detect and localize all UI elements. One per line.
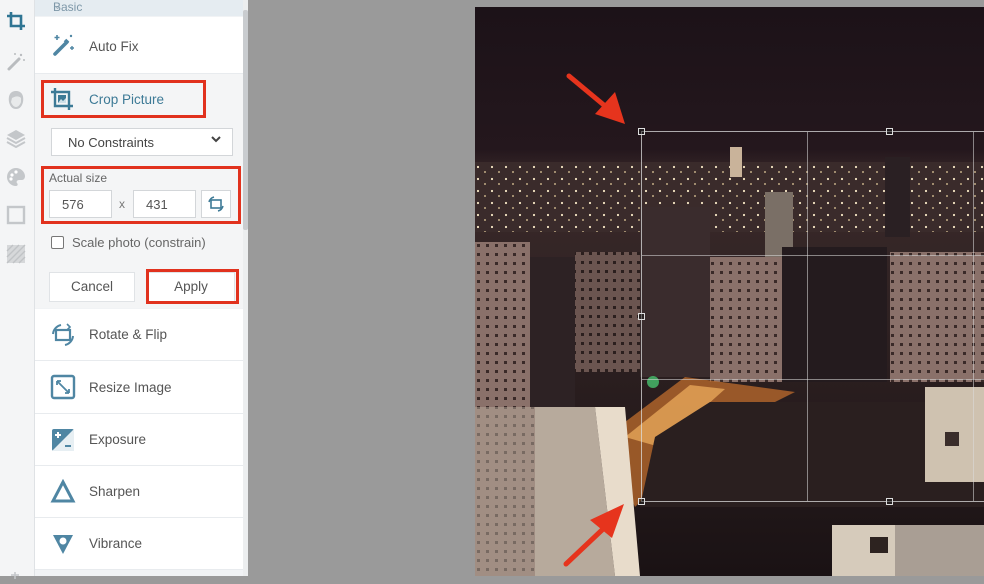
tool-item-sharpen[interactable]: Sharpen <box>35 466 243 518</box>
panel-scrollbar[interactable] <box>243 0 248 576</box>
vibrance-icon <box>49 530 77 558</box>
edit-panel: Basic ⌄ Auto Fix Crop Picture No Constra… <box>35 0 244 576</box>
times-separator: x <box>119 197 125 211</box>
scale-photo-label: Scale photo (constrain) <box>72 235 206 250</box>
chevron-down-icon <box>210 133 222 148</box>
actual-size-label: Actual size <box>49 171 108 185</box>
height-value: 431 <box>146 197 168 212</box>
width-value: 576 <box>62 197 84 212</box>
scrollbar-thumb[interactable] <box>243 10 248 230</box>
layers-icon[interactable] <box>5 127 27 149</box>
crop-handle-top-left[interactable] <box>638 128 645 135</box>
auto-fix-item[interactable]: Auto Fix <box>35 17 243 74</box>
constraint-select-value: No Constraints <box>68 135 154 150</box>
scale-photo-checkbox[interactable] <box>51 236 64 249</box>
swap-dimensions-button[interactable] <box>201 190 231 218</box>
tool-label: Resize Image <box>89 380 172 395</box>
tool-label: Vibrance <box>89 536 143 551</box>
rotate-icon <box>49 321 77 349</box>
palette-icon[interactable] <box>5 166 27 188</box>
grid-line-v1 <box>807 132 808 501</box>
grid-line-h2 <box>642 379 984 380</box>
grid-line-v2 <box>973 132 974 501</box>
tool-label: Rotate & Flip <box>89 327 168 342</box>
apply-highlight <box>146 269 239 304</box>
crop-picture-icon <box>49 86 75 112</box>
exposure-icon <box>49 426 77 454</box>
section-header-basic[interactable]: Basic ⌄ <box>35 0 243 16</box>
swap-icon <box>208 196 224 212</box>
resize-icon <box>49 373 77 401</box>
magic-wand-icon <box>49 31 77 59</box>
texture-icon[interactable] <box>5 243 27 265</box>
tool-item-exposure[interactable]: Exposure <box>35 414 243 466</box>
crop-tool-icon[interactable] <box>5 10 27 32</box>
constraint-select[interactable]: No Constraints <box>51 128 233 156</box>
crop-handle-left-mid[interactable] <box>638 313 645 320</box>
auto-fix-label: Auto Fix <box>89 39 139 54</box>
frame-icon[interactable] <box>5 204 27 226</box>
crop-picture-button[interactable]: Crop Picture <box>89 92 164 107</box>
annotation-arrow-top <box>566 73 625 124</box>
annotation-arrow-bottom <box>563 504 624 567</box>
settings-icon[interactable] <box>8 566 22 579</box>
tool-label: Sharpen <box>89 484 141 499</box>
tool-label: Exposure <box>89 432 147 447</box>
sharpen-icon <box>49 478 77 506</box>
magic-wand-icon[interactable] <box>5 51 27 73</box>
tool-item-vibrance[interactable]: Vibrance <box>35 518 243 570</box>
crop-handle-bottom-mid[interactable] <box>886 498 893 505</box>
height-input[interactable]: 431 <box>133 190 196 218</box>
tool-item-rotate[interactable]: Rotate & Flip <box>35 309 243 361</box>
face-icon[interactable] <box>5 89 27 111</box>
chevron-down-icon: ⌄ <box>53 0 63 12</box>
width-input[interactable]: 576 <box>49 190 112 218</box>
tool-rail <box>0 0 35 579</box>
cancel-button[interactable]: Cancel <box>49 272 135 302</box>
crop-selection-box[interactable] <box>641 131 984 502</box>
crop-handle-bottom-left[interactable] <box>638 498 645 505</box>
tool-item-resize[interactable]: Resize Image <box>35 361 243 414</box>
grid-line-h1 <box>642 255 984 256</box>
crop-handle-top-mid[interactable] <box>886 128 893 135</box>
photo-canvas[interactable] <box>475 7 984 576</box>
